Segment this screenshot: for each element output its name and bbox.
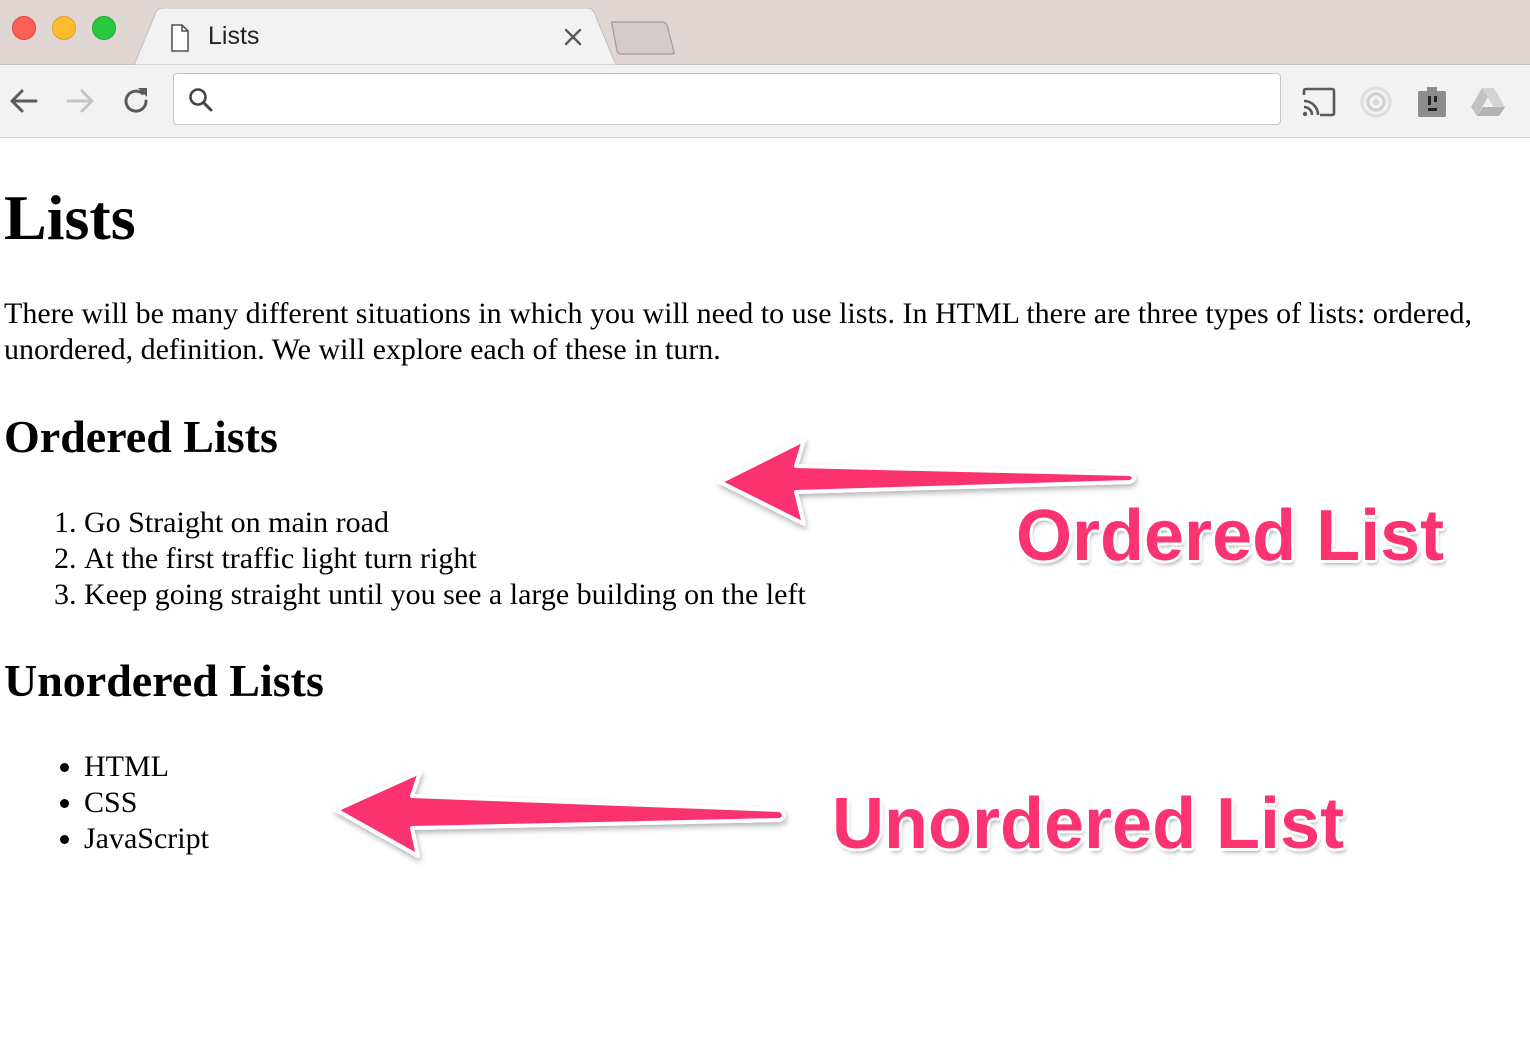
- tab-title: Lists: [208, 22, 260, 50]
- tab-shape: [134, 8, 616, 65]
- zoom-window-button[interactable]: [92, 16, 116, 40]
- tab-lists[interactable]: Lists: [134, 8, 616, 65]
- page-content: Lists There will be many different situa…: [0, 138, 1530, 1058]
- unordered-list-item: JavaScript: [84, 821, 209, 857]
- close-icon[interactable]: [562, 26, 584, 48]
- ordered-list-item: At the first traffic light turn right: [84, 541, 806, 577]
- ordered-lists-heading: Ordered Lists: [4, 411, 278, 462]
- page-title: Lists: [4, 182, 136, 253]
- unordered-list-annotation: Unordered List: [832, 784, 1345, 864]
- new-tab-button[interactable]: [606, 20, 678, 56]
- search-icon: [189, 88, 213, 112]
- unordered-list-item: HTML: [84, 749, 209, 785]
- forward-arrow-icon[interactable]: [62, 83, 98, 119]
- toolbar: [0, 65, 1530, 138]
- ordered-list: Go Straight on main road At the first tr…: [0, 505, 806, 613]
- ordered-list-annotation: Ordered List: [1016, 496, 1445, 576]
- unordered-lists-heading: Unordered Lists: [4, 655, 324, 706]
- close-window-button[interactable]: [12, 16, 36, 40]
- extension-icon[interactable]: [1357, 83, 1395, 121]
- unordered-list: HTML CSS JavaScript: [0, 749, 209, 857]
- unordered-list-item: CSS: [84, 785, 209, 821]
- browser-window: Lists Lists There will be many different…: [0, 0, 1530, 1058]
- back-arrow-icon[interactable]: [6, 83, 42, 119]
- ordered-list-item: Keep going straight until you see a larg…: [84, 577, 806, 613]
- intro-paragraph: There will be many different situations …: [4, 297, 1472, 366]
- cast-icon[interactable]: [1300, 83, 1338, 121]
- reload-icon[interactable]: [118, 83, 154, 119]
- address-input[interactable]: [228, 80, 1268, 118]
- minimize-window-button[interactable]: [52, 16, 76, 40]
- address-bar[interactable]: [173, 73, 1281, 125]
- page-icon: [171, 24, 189, 52]
- ordered-list-item: Go Straight on main road: [84, 505, 806, 541]
- google-drive-icon[interactable]: [1469, 83, 1507, 121]
- extension-icon[interactable]: [1413, 83, 1451, 121]
- title-bar: Lists: [0, 0, 1530, 65]
